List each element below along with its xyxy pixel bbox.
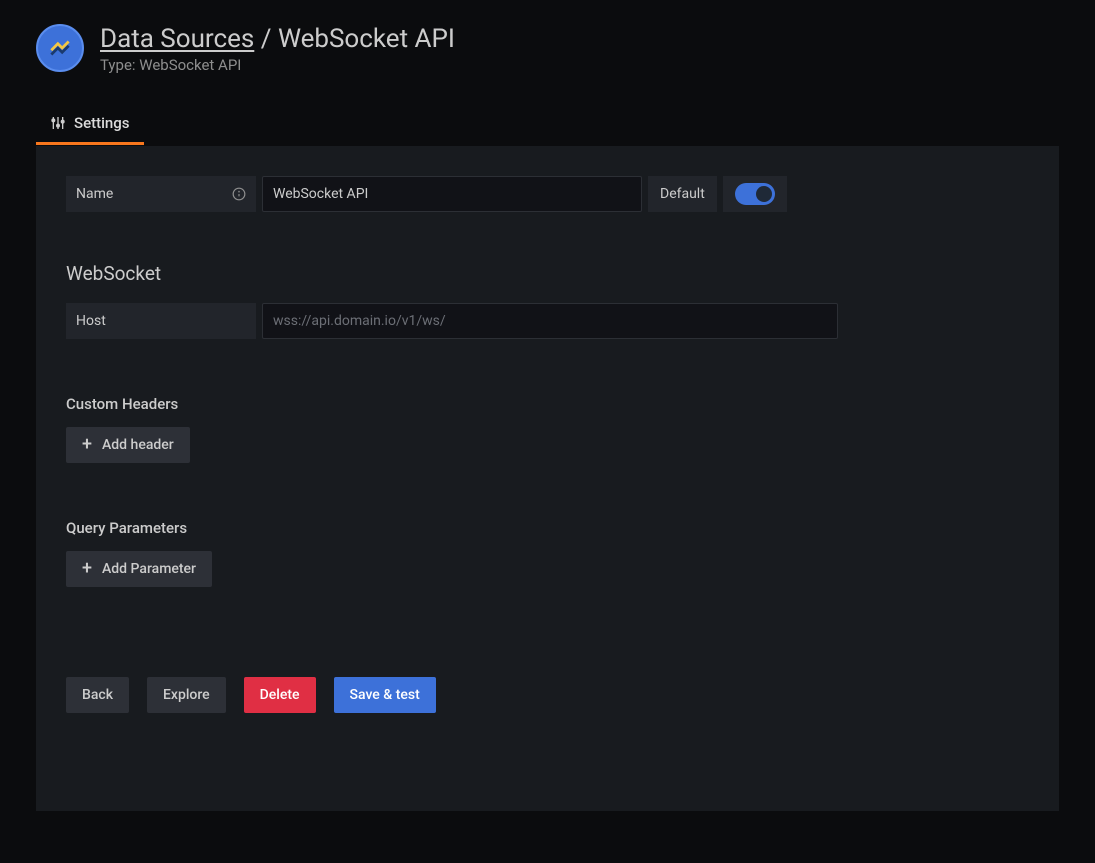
custom-headers-heading: Custom Headers xyxy=(66,395,1029,413)
default-toggle[interactable] xyxy=(735,183,775,205)
add-header-button[interactable]: + Add header xyxy=(66,427,190,463)
settings-content: Name Default WebSocket xyxy=(36,146,1059,811)
sliders-icon xyxy=(50,115,66,131)
plus-icon: + xyxy=(82,436,92,454)
explore-button[interactable]: Explore xyxy=(147,677,226,713)
breadcrumb-separator: / xyxy=(261,24,278,54)
breadcrumb-parent-link[interactable]: Data Sources xyxy=(100,24,254,54)
plugin-icon xyxy=(36,24,84,72)
page-header: Data Sources / WebSocket API Type: WebSo… xyxy=(36,24,1059,74)
tabs: Settings xyxy=(36,104,1059,146)
default-toggle-container xyxy=(723,176,787,212)
tab-settings[interactable]: Settings xyxy=(36,104,144,145)
name-label: Name xyxy=(66,176,256,212)
websocket-plugin-icon xyxy=(47,35,73,61)
breadcrumb: Data Sources / WebSocket API xyxy=(100,24,455,54)
name-input[interactable] xyxy=(262,176,642,212)
plus-icon: + xyxy=(82,560,92,578)
save-test-button[interactable]: Save & test xyxy=(334,677,436,713)
tab-settings-label: Settings xyxy=(74,114,130,132)
page-subtitle: Type: WebSocket API xyxy=(100,56,455,74)
breadcrumb-current: WebSocket API xyxy=(278,24,455,54)
host-label: Host xyxy=(66,303,256,339)
delete-button[interactable]: Delete xyxy=(244,677,316,713)
host-input[interactable] xyxy=(262,303,838,339)
default-label: Default xyxy=(648,176,717,212)
add-parameter-button[interactable]: + Add Parameter xyxy=(66,551,212,587)
action-buttons: Back Explore Delete Save & test xyxy=(66,677,1029,713)
websocket-heading: WebSocket xyxy=(66,262,1029,285)
back-button[interactable]: Back xyxy=(66,677,129,713)
info-icon[interactable] xyxy=(232,187,246,201)
query-parameters-heading: Query Parameters xyxy=(66,519,1029,537)
